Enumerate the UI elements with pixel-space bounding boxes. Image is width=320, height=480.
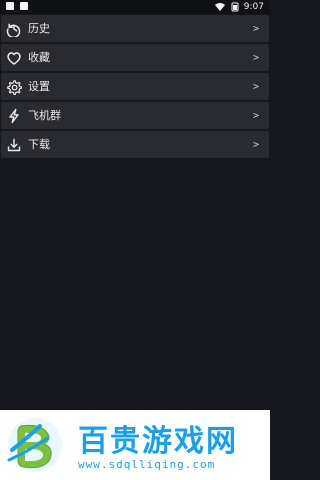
history-icon — [5, 20, 23, 38]
status-left — [6, 2, 28, 10]
chevron-right-icon: > — [252, 139, 259, 150]
ad-title: 百贵游戏网 — [78, 424, 238, 459]
menu-item-label: 下载 — [28, 138, 50, 151]
gear-icon — [5, 78, 23, 96]
chevron-right-icon: > — [252, 23, 259, 34]
chevron-right-icon: > — [252, 81, 259, 92]
status-bar: 9:07 — [0, 0, 270, 14]
menu-item-history[interactable]: 历史 > — [1, 15, 269, 42]
notification-icon — [6, 2, 14, 10]
menu-item-settings[interactable]: 设置 > — [1, 73, 269, 100]
menu-item-label: 收藏 — [28, 51, 50, 64]
menu-item-download[interactable]: 下载 > — [1, 131, 269, 158]
menu-item-label: 历史 — [28, 22, 50, 35]
menu-item-label: 飞机群 — [28, 109, 61, 122]
ad-url: www.sdqlliqing.com — [78, 458, 216, 471]
brand-logo — [7, 418, 62, 472]
status-time: 9:07 — [243, 2, 264, 12]
footer-ad-banner[interactable]: 百贵游戏网 www.sdqlliqing.com — [0, 410, 270, 480]
status-right: 9:07 — [214, 1, 264, 13]
menu-item-favorites[interactable]: 收藏 > — [1, 44, 269, 71]
settings-menu: 历史 > 收藏 > 设置 > 飞机群 > 下载 > — [0, 15, 270, 160]
chevron-right-icon: > — [252, 110, 259, 121]
battery-icon — [231, 2, 239, 12]
menu-item-aircraft-group[interactable]: 飞机群 > — [1, 102, 269, 129]
lightning-icon — [5, 107, 23, 125]
wifi-icon — [214, 3, 225, 11]
app-icon — [20, 2, 28, 10]
heart-icon — [5, 49, 23, 67]
download-icon — [5, 136, 23, 154]
chevron-right-icon: > — [252, 52, 259, 63]
menu-item-label: 设置 — [28, 80, 50, 93]
